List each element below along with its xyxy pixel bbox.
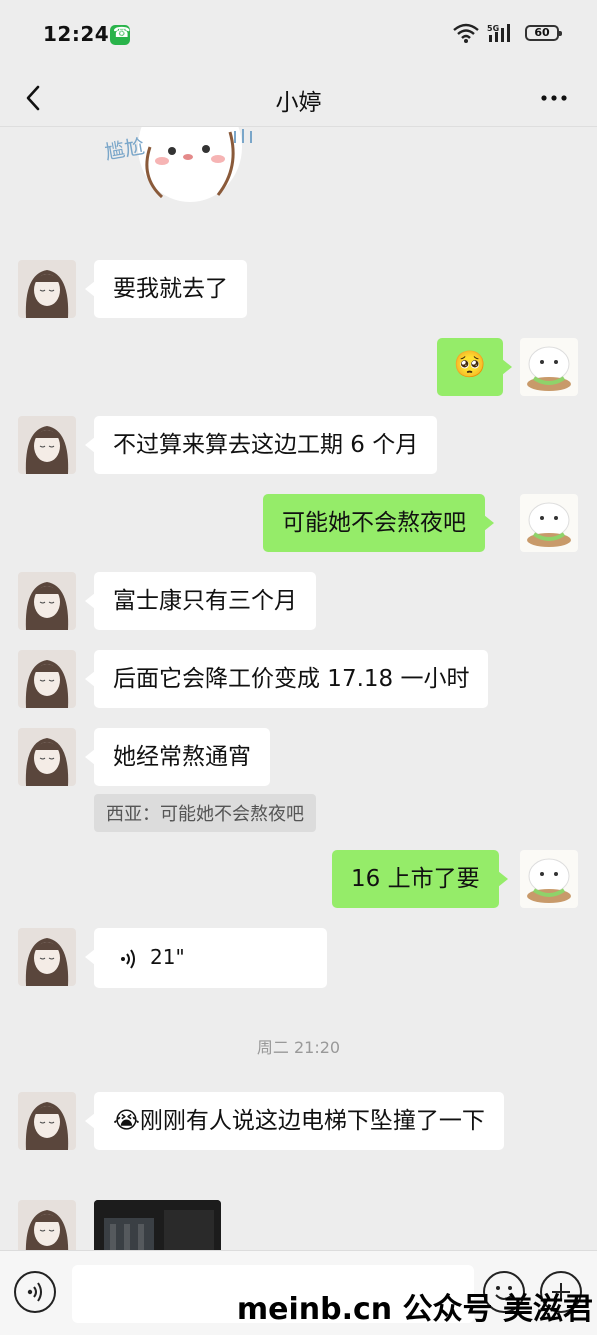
watermark-text: meinb.cn 公众号 美滋君 xyxy=(236,1292,593,1327)
message-text: 可能她不会熬夜吧 xyxy=(282,510,466,536)
voice-input-button[interactable] xyxy=(14,1271,56,1313)
message-bubble-outgoing[interactable]: 可能她不会熬夜吧 xyxy=(263,494,494,552)
chat-message-list[interactable]: 尴尬 要我就去了 🥺 不过算来算去这边工期 6 个月 可能她不会熬夜吧 富士康只… xyxy=(0,127,597,1250)
contact-avatar[interactable] xyxy=(18,1200,76,1250)
message-text: 要我就去了 xyxy=(113,276,228,302)
wifi-icon xyxy=(453,23,479,43)
message-text: 后面它会降工价变成 17.18 一小时 xyxy=(113,666,470,692)
my-avatar[interactable] xyxy=(520,494,578,552)
message-timestamp: 周二 21:20 xyxy=(256,1038,341,1057)
pleading-face-emoji: 🥺 xyxy=(453,350,487,380)
message-bubble-incoming[interactable]: 😭刚刚有人说这边电梯下坠撞了一下 xyxy=(85,1092,504,1150)
contact-avatar[interactable] xyxy=(18,416,76,474)
message-bubble-incoming[interactable]: 要我就去了 xyxy=(85,260,247,318)
message-bubble-incoming[interactable]: 不过算来算去这边工期 6 个月 xyxy=(84,416,438,474)
network-label: 5G xyxy=(487,24,499,33)
message-text: 刚刚有人说这边电梯下坠撞了一下 xyxy=(139,1108,485,1134)
contact-avatar[interactable] xyxy=(18,572,76,630)
my-avatar[interactable] xyxy=(520,338,578,396)
more-options-icon[interactable] xyxy=(539,84,569,112)
status-icons: 5G 60 xyxy=(453,23,562,43)
status-bar: 12:24 5G 60 xyxy=(0,0,597,70)
contact-avatar[interactable] xyxy=(18,928,76,986)
message-bubble-incoming[interactable]: 后面它会降工价变成 17.18 一小时 xyxy=(84,650,489,708)
message-bubble-outgoing[interactable]: 16 上市了要 xyxy=(332,850,508,908)
contact-avatar[interactable] xyxy=(18,728,76,786)
message-text: 富士康只有三个月 xyxy=(113,588,297,614)
voice-duration: 21" xyxy=(150,945,185,969)
message-bubble-outgoing[interactable]: 🥺 xyxy=(437,338,512,396)
contact-avatar[interactable] xyxy=(18,260,76,318)
my-avatar[interactable] xyxy=(520,850,578,908)
phone-app-icon xyxy=(110,25,130,45)
message-text: 她经常熬通宵 xyxy=(113,744,251,770)
signal-icon: 5G xyxy=(487,24,510,42)
voice-wave-icon xyxy=(121,949,135,969)
chat-header: 小婷 xyxy=(0,70,597,127)
voice-icon xyxy=(27,1282,42,1302)
contact-avatar[interactable] xyxy=(18,1092,76,1150)
message-bubble-incoming[interactable]: 富士康只有三个月 xyxy=(85,572,316,630)
image-message-thumbnail[interactable] xyxy=(94,1200,221,1250)
message-text: 不过算来算去这边工期 6 个月 xyxy=(113,432,419,458)
status-time: 12:24 xyxy=(43,22,110,46)
voice-message-bubble[interactable]: 21" xyxy=(85,928,327,988)
chat-title: 小婷 xyxy=(275,90,322,116)
quoted-reply[interactable]: 西亚：可能她不会熬夜吧 xyxy=(94,794,316,832)
battery-icon: 60 xyxy=(525,25,562,41)
crying-face-emoji: 😭 xyxy=(113,1108,140,1134)
message-bubble-incoming[interactable]: 她经常熬通宵 xyxy=(85,728,270,786)
message-text: 16 上市了要 xyxy=(351,866,480,892)
contact-avatar[interactable] xyxy=(18,650,76,708)
embarrassed-cat-sticker[interactable]: 尴尬 xyxy=(100,127,270,205)
